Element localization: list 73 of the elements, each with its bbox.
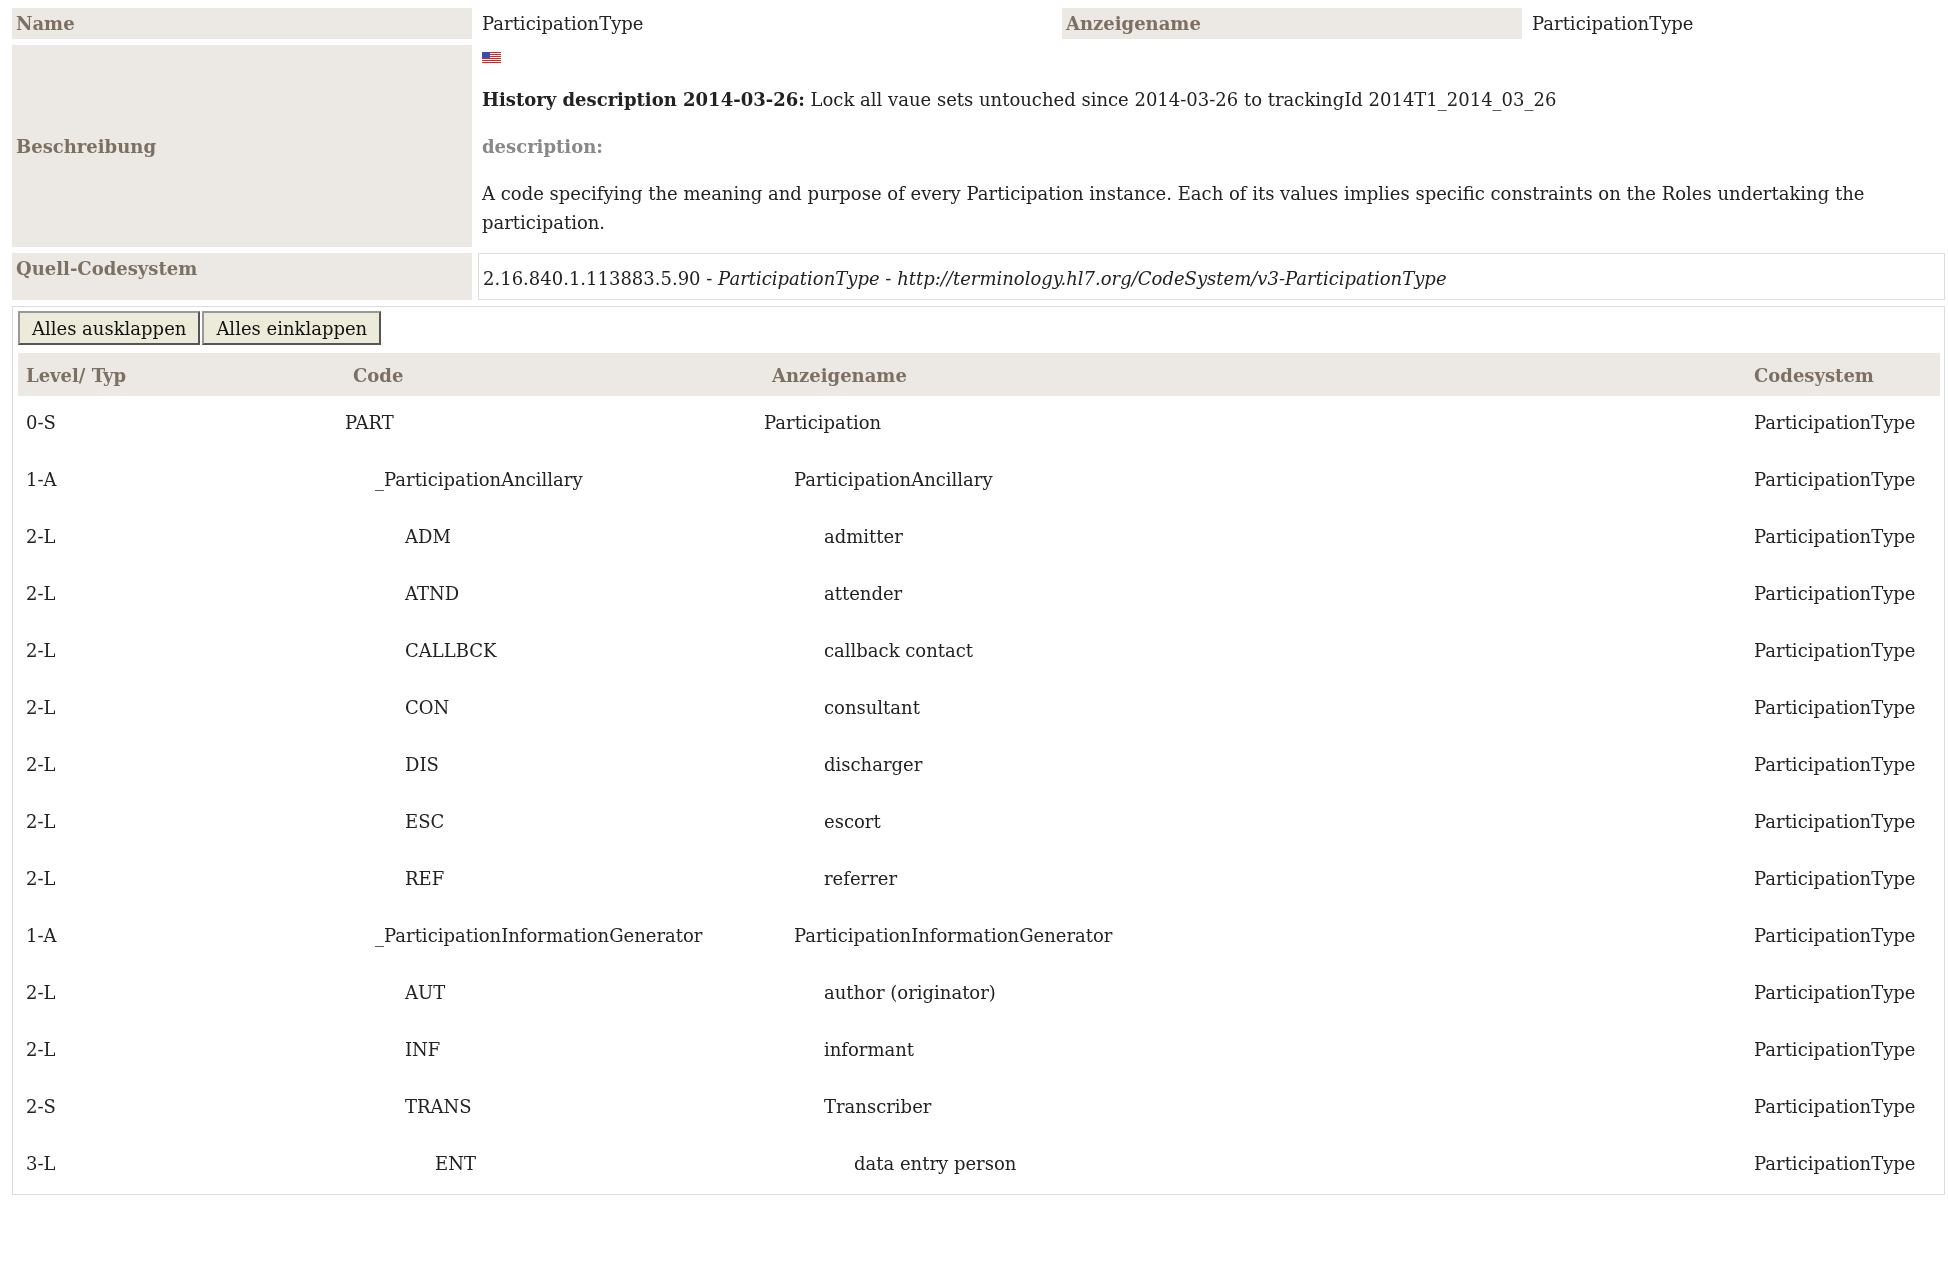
- column-header: Anzeigename: [764, 353, 1746, 396]
- description-heading: description:: [482, 135, 604, 159]
- table-cell-text: 2-L: [25, 981, 57, 1005]
- table-cell-text: 0-S: [25, 411, 57, 435]
- table-cell-text: 2-L: [25, 696, 57, 720]
- table-cell-text: ParticipationType: [1753, 867, 1917, 891]
- table-cell-text: TRANS: [404, 1095, 473, 1119]
- table-cell-text: REF: [404, 867, 446, 891]
- table-cell-text: ParticipationAncillary: [793, 468, 994, 492]
- table-cell-text: escort: [823, 810, 882, 834]
- table-cell-text: ESC: [404, 810, 446, 834]
- table-cell-text: 2-L: [25, 1038, 57, 1062]
- table-cell-text: ParticipationInformationGenerator: [793, 924, 1114, 948]
- table-cell-text: ParticipationType: [1753, 1095, 1917, 1119]
- table-cell-text: ParticipationType: [1753, 696, 1917, 720]
- table-cell-text: INF: [404, 1038, 442, 1062]
- table-cell-text: ParticipationType: [1753, 411, 1917, 435]
- table-cell-text: 3-L: [25, 1152, 57, 1176]
- table-cell-text: discharger: [823, 753, 924, 777]
- table-cell-text: ParticipationType: [1753, 753, 1917, 777]
- table-cell-text: ParticipationType: [1753, 1038, 1917, 1062]
- table-cell-text: ParticipationType: [1753, 924, 1917, 948]
- flag-icon: [482, 52, 501, 64]
- table-cell-text: ParticipationType: [1753, 582, 1917, 606]
- field-label: Name: [12, 8, 472, 39]
- table-cell-text: _ParticipationInformationGenerator: [374, 924, 704, 949]
- table-cell-text: ADM: [404, 525, 452, 549]
- table-cell-text: callback contact: [823, 639, 975, 663]
- table-cell-text: 2-L: [25, 639, 57, 663]
- table-cell-text: _ParticipationAncillary: [374, 468, 584, 493]
- description-text: A code specifying the meaning and purpose of every Participation instance. Each of its values implies specific constraints on the Roles undertaking the participation.: [482, 182, 1866, 235]
- table-cell-text: ENT: [434, 1152, 477, 1176]
- table-cell-text: 1-A: [25, 468, 58, 492]
- table-cell-text: 2-L: [25, 753, 57, 777]
- table-cell-text: CON: [404, 696, 451, 720]
- field-label: Anzeigename: [1062, 8, 1522, 39]
- history-text: History description 2014-03-26: Lock all vaue sets untouched since 2014-03-26 to trackingId 2014T1_2014_03_26: [482, 88, 1558, 113]
- table-cell-text: ParticipationType: [1753, 468, 1917, 492]
- table-cell-text: Transcriber: [823, 1095, 933, 1119]
- table-cell-text: consultant: [823, 696, 921, 720]
- table-cell-text: 2-L: [25, 525, 57, 549]
- field-value: ParticipationType: [1531, 12, 1695, 36]
- table-cell-text: ATND: [404, 582, 461, 606]
- table-cell-text: 2-L: [25, 867, 57, 891]
- table-cell-text: Participation: [764, 411, 883, 435]
- table-cell-text: informant: [823, 1038, 916, 1062]
- table-cell-text: 2-L: [25, 810, 57, 834]
- column-header: Codesystem: [1746, 353, 1940, 396]
- table-cell-text: referrer: [823, 867, 899, 891]
- table-cell-text: ParticipationType: [1753, 810, 1917, 834]
- column-header: Level/ Typ: [18, 353, 345, 396]
- table-cell-text: attender: [823, 582, 904, 606]
- table-cell-text: AUT: [404, 981, 447, 1005]
- field-label: Quell-Codesystem: [12, 253, 472, 300]
- table-cell-text: 2-S: [25, 1095, 57, 1119]
- field-value: 2.16.840.1.113883.5.90 -ParticipationType - http://terminology.hl7.org/CodeSystem/v3-ParticipationType: [478, 253, 1945, 300]
- table-cell-text: ParticipationType: [1753, 639, 1917, 663]
- toolbar-button[interactable]: Alles einklappen: [202, 311, 382, 345]
- column-header: Code: [345, 353, 764, 396]
- table-cell-text: PART: [345, 411, 395, 435]
- table-cell-text: ParticipationType: [1753, 525, 1917, 549]
- table-cell-text: admitter: [823, 525, 904, 549]
- table-cell-text: author (originator): [823, 981, 997, 1005]
- table-cell-text: DIS: [404, 753, 440, 777]
- table-cell-text: ParticipationType: [1753, 1152, 1917, 1176]
- field-value: ParticipationType: [481, 12, 645, 36]
- table-cell-text: 2-L: [25, 582, 57, 606]
- toolbar-button[interactable]: Alles ausklappen: [18, 311, 201, 345]
- field-label: Beschreibung: [12, 45, 472, 247]
- table-cell-text: data entry person: [853, 1152, 1018, 1176]
- table-cell-text: 1-A: [25, 924, 58, 948]
- table-cell-text: CALLBCK: [404, 639, 498, 663]
- table-cell-text: ParticipationType: [1753, 981, 1917, 1005]
